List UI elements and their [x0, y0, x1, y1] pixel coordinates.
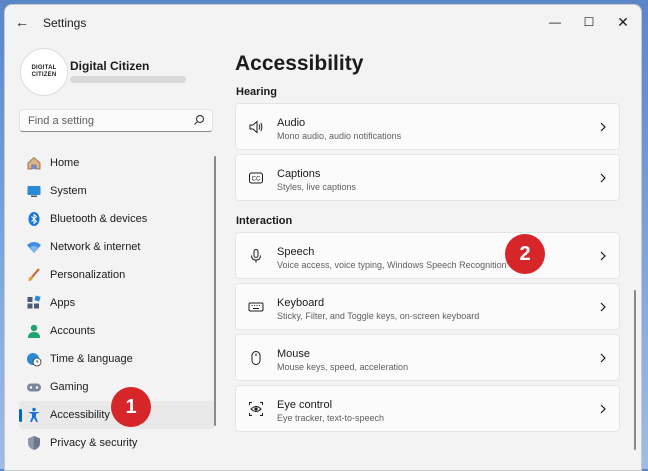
sidebar-item-bluetooth[interactable]: Bluetooth & devices [19, 205, 215, 233]
apps-icon [27, 295, 41, 309]
sidebar-item-home[interactable]: Home [19, 149, 215, 177]
sidebar-item-network[interactable]: Network & internet [19, 233, 215, 261]
card-mouse[interactable]: Mouse Mouse keys, speed, acceleration [235, 334, 620, 381]
sidebar-item-label: Accounts [50, 325, 96, 337]
card-audio[interactable]: Audio Mono audio, audio notifications [235, 103, 620, 150]
settings-window: ← Settings — ☐ ✕ DIGITAL CITIZEN Digital… [4, 4, 642, 471]
card-captions[interactable]: CC Captions Styles, live captions [235, 154, 620, 201]
microphone-icon [251, 249, 261, 263]
avatar-text-line2: CITIZEN [31, 72, 57, 78]
section-heading-hearing: Hearing [236, 86, 277, 98]
gamepad-icon [27, 383, 41, 392]
annotation-badge-1: 1 [111, 387, 151, 427]
chevron-right-icon [600, 173, 606, 183]
card-subtitle: Voice access, voice typing, Windows Spee… [277, 260, 507, 270]
bluetooth-icon [28, 212, 40, 226]
sidebar-scrollbar[interactable] [214, 156, 216, 426]
mouse-icon [251, 351, 261, 365]
card-title: Speech [277, 246, 315, 258]
globe-clock-icon [27, 353, 42, 367]
chevron-right-icon [600, 251, 606, 261]
home-icon [27, 156, 41, 170]
sidebar-item-label: Gaming [50, 381, 89, 393]
back-button[interactable]: ← [15, 14, 33, 30]
window-title: Settings [43, 16, 87, 30]
chevron-right-icon [600, 404, 606, 414]
card-title: Captions [277, 168, 321, 180]
card-subtitle: Mouse keys, speed, acceleration [277, 362, 409, 372]
chevron-right-icon [600, 122, 606, 132]
user-email-redacted [70, 76, 186, 83]
sidebar-item-privacy[interactable]: Privacy & security [19, 429, 215, 457]
maximize-button[interactable]: ☐ [574, 11, 604, 33]
content-scrollbar[interactable] [634, 290, 636, 450]
monitor-icon [27, 186, 41, 197]
chevron-right-icon [600, 353, 606, 363]
sidebar-item-apps[interactable]: Apps [19, 289, 215, 317]
card-title: Audio [277, 117, 306, 129]
sidebar-item-label: System [50, 185, 87, 197]
avatar-text-line1: DIGITAL [31, 65, 57, 71]
card-speech[interactable]: Speech Voice access, voice typing, Windo… [235, 232, 620, 279]
avatar[interactable]: DIGITAL CITIZEN [20, 48, 68, 96]
chevron-right-icon [600, 302, 606, 312]
sidebar-item-label: Accessibility [50, 409, 110, 421]
sidebar-item-personalization[interactable]: Personalization [19, 261, 215, 289]
sidebar-item-accounts[interactable]: Accounts [19, 317, 215, 345]
close-button[interactable]: ✕ [608, 11, 638, 33]
sidebar-item-label: Network & internet [50, 241, 141, 253]
card-subtitle: Sticky, Filter, and Toggle keys, on-scre… [277, 311, 480, 321]
sidebar-item-label: Bluetooth & devices [50, 213, 148, 225]
user-name: Digital Citizen [70, 59, 150, 73]
sidebar-item-label: Privacy & security [50, 437, 138, 449]
card-title: Keyboard [277, 297, 325, 309]
sidebar-item-system[interactable]: System [19, 177, 215, 205]
selection-indicator [19, 409, 22, 422]
sidebar-item-label: Apps [50, 297, 76, 309]
eye-control-icon [249, 402, 263, 416]
card-title: Eye control [277, 399, 333, 411]
account-icon [28, 324, 40, 338]
svg-text:CC: CC [252, 177, 261, 183]
card-subtitle: Eye tracker, text-to-speech [277, 413, 385, 423]
card-subtitle: Styles, live captions [277, 182, 357, 192]
captions-icon: CC [249, 172, 263, 184]
title-bar: ← Settings — ☐ ✕ [5, 5, 641, 39]
card-subtitle: Mono audio, audio notifications [277, 131, 402, 141]
sidebar-item-label: Time & language [50, 353, 133, 365]
search-box[interactable]: Find a setting [19, 109, 213, 132]
annotation-badge-2: 2 [505, 234, 545, 274]
sidebar-item-time-language[interactable]: Time & language [19, 345, 215, 373]
shield-icon [28, 436, 40, 450]
sidebar-item-label: Home [50, 157, 80, 169]
card-keyboard[interactable]: Keyboard Sticky, Filter, and Toggle keys… [235, 283, 620, 330]
card-title: Mouse [277, 348, 311, 360]
brush-icon [28, 268, 40, 281]
section-heading-interaction: Interaction [236, 215, 293, 227]
keyboard-icon [248, 302, 264, 312]
speaker-icon [249, 120, 263, 134]
sidebar-item-label: Personalization [50, 269, 126, 281]
minimize-button[interactable]: — [540, 11, 570, 33]
search-input[interactable]: Find a setting [28, 115, 94, 127]
page-title: Accessibility [235, 52, 364, 75]
accessibility-icon [28, 407, 40, 422]
search-icon[interactable] [193, 114, 205, 126]
wifi-icon [27, 242, 41, 253]
card-eye-control[interactable]: Eye control Eye tracker, text-to-speech [235, 385, 620, 432]
